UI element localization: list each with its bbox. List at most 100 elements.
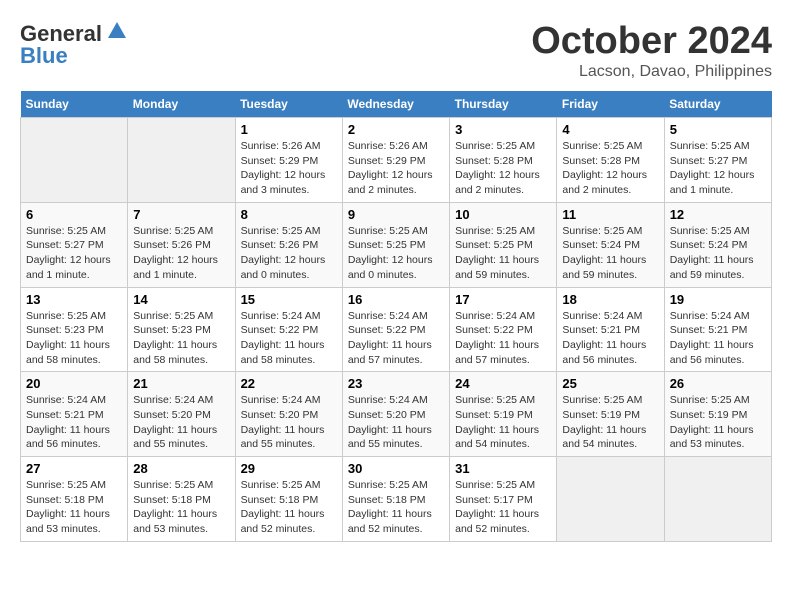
day-info: Sunrise: 5:25 AM Sunset: 5:24 PM Dayligh…: [562, 224, 658, 283]
calendar-cell: [21, 118, 128, 203]
day-info: Sunrise: 5:25 AM Sunset: 5:19 PM Dayligh…: [670, 393, 766, 452]
day-info: Sunrise: 5:25 AM Sunset: 5:19 PM Dayligh…: [562, 393, 658, 452]
calendar-header-row: SundayMondayTuesdayWednesdayThursdayFrid…: [21, 91, 772, 118]
calendar-cell: 10 Sunrise: 5:25 AM Sunset: 5:25 PM Dayli…: [450, 202, 557, 287]
calendar-cell: 27 Sunrise: 5:25 AM Sunset: 5:18 PM Dayli…: [21, 457, 128, 542]
day-number: 16: [348, 292, 444, 307]
day-info: Sunrise: 5:25 AM Sunset: 5:27 PM Dayligh…: [26, 224, 122, 283]
calendar-cell: 4 Sunrise: 5:25 AM Sunset: 5:28 PM Daylig…: [557, 118, 664, 203]
calendar-table: SundayMondayTuesdayWednesdayThursdayFrid…: [20, 91, 772, 542]
day-info: Sunrise: 5:24 AM Sunset: 5:21 PM Dayligh…: [670, 309, 766, 368]
day-info: Sunrise: 5:25 AM Sunset: 5:25 PM Dayligh…: [348, 224, 444, 283]
day-info: Sunrise: 5:25 AM Sunset: 5:26 PM Dayligh…: [241, 224, 337, 283]
day-number: 5: [670, 122, 766, 137]
day-info: Sunrise: 5:25 AM Sunset: 5:18 PM Dayligh…: [348, 478, 444, 537]
calendar-cell: 24Sunrise: 5:25 AM Sunset: 5:19 PM Dayli…: [450, 372, 557, 457]
day-info: Sunrise: 5:24 AM Sunset: 5:21 PM Dayligh…: [26, 393, 122, 452]
calendar-cell: [128, 118, 235, 203]
month-title: October 2024: [531, 20, 772, 63]
calendar-cell: 12Sunrise: 5:25 AM Sunset: 5:24 PM Dayli…: [664, 202, 771, 287]
day-number: 4: [562, 122, 658, 137]
day-number: 8: [241, 207, 337, 222]
day-number: 10: [455, 207, 551, 222]
day-number: 3: [455, 122, 551, 137]
column-header-sunday: Sunday: [21, 91, 128, 118]
day-info: Sunrise: 5:24 AM Sunset: 5:20 PM Dayligh…: [133, 393, 229, 452]
day-info: Sunrise: 5:25 AM Sunset: 5:24 PM Dayligh…: [670, 224, 766, 283]
calendar-cell: 21 Sunrise: 5:24 AM Sunset: 5:20 PM Dayli…: [128, 372, 235, 457]
day-number: 27: [26, 461, 122, 476]
calendar-cell: 26Sunrise: 5:25 AM Sunset: 5:19 PM Dayli…: [664, 372, 771, 457]
column-header-saturday: Saturday: [664, 91, 771, 118]
logo-bird-icon: [106, 20, 128, 47]
calendar-cell: 31 Sunrise: 5:25 AM Sunset: 5:17 PM Dayli…: [450, 457, 557, 542]
day-info: Sunrise: 5:25 AM Sunset: 5:25 PM Dayligh…: [455, 224, 551, 283]
day-number: 20: [26, 376, 122, 391]
calendar-cell: 28 Sunrise: 5:25 AM Sunset: 5:18 PM Dayli…: [128, 457, 235, 542]
calendar-cell: 6 Sunrise: 5:25 AM Sunset: 5:27 PM Daylig…: [21, 202, 128, 287]
calendar-cell: [664, 457, 771, 542]
calendar-week-3: 13 Sunrise: 5:25 AM Sunset: 5:23 PM Dayli…: [21, 287, 772, 372]
day-info: Sunrise: 5:26 AM Sunset: 5:29 PM Dayligh…: [348, 139, 444, 198]
calendar-cell: 20 Sunrise: 5:24 AM Sunset: 5:21 PM Dayli…: [21, 372, 128, 457]
calendar-cell: 23 Sunrise: 5:24 AM Sunset: 5:20 PM Dayli…: [342, 372, 449, 457]
day-info: Sunrise: 5:25 AM Sunset: 5:18 PM Dayligh…: [26, 478, 122, 537]
calendar-cell: 29 Sunrise: 5:25 AM Sunset: 5:18 PM Dayli…: [235, 457, 342, 542]
logo-blue: Blue: [20, 43, 68, 69]
day-number: 13: [26, 292, 122, 307]
day-number: 29: [241, 461, 337, 476]
day-number: 9: [348, 207, 444, 222]
day-info: Sunrise: 5:24 AM Sunset: 5:22 PM Dayligh…: [348, 309, 444, 368]
day-number: 31: [455, 461, 551, 476]
column-header-tuesday: Tuesday: [235, 91, 342, 118]
title-section: October 2024 Lacson, Davao, Philippines: [531, 20, 772, 81]
day-number: 18: [562, 292, 658, 307]
column-header-thursday: Thursday: [450, 91, 557, 118]
day-info: Sunrise: 5:25 AM Sunset: 5:23 PM Dayligh…: [133, 309, 229, 368]
calendar-week-2: 6 Sunrise: 5:25 AM Sunset: 5:27 PM Daylig…: [21, 202, 772, 287]
day-number: 11: [562, 207, 658, 222]
day-number: 14: [133, 292, 229, 307]
day-info: Sunrise: 5:24 AM Sunset: 5:20 PM Dayligh…: [348, 393, 444, 452]
day-info: Sunrise: 5:25 AM Sunset: 5:23 PM Dayligh…: [26, 309, 122, 368]
calendar-cell: [557, 457, 664, 542]
day-info: Sunrise: 5:25 AM Sunset: 5:17 PM Dayligh…: [455, 478, 551, 537]
day-number: 1: [241, 122, 337, 137]
day-info: Sunrise: 5:25 AM Sunset: 5:27 PM Dayligh…: [670, 139, 766, 198]
day-info: Sunrise: 5:25 AM Sunset: 5:28 PM Dayligh…: [455, 139, 551, 198]
day-info: Sunrise: 5:25 AM Sunset: 5:19 PM Dayligh…: [455, 393, 551, 452]
day-info: Sunrise: 5:25 AM Sunset: 5:26 PM Dayligh…: [133, 224, 229, 283]
day-number: 2: [348, 122, 444, 137]
day-number: 28: [133, 461, 229, 476]
calendar-week-5: 27 Sunrise: 5:25 AM Sunset: 5:18 PM Dayli…: [21, 457, 772, 542]
day-number: 6: [26, 207, 122, 222]
day-info: Sunrise: 5:25 AM Sunset: 5:18 PM Dayligh…: [133, 478, 229, 537]
calendar-cell: 1 Sunrise: 5:26 AM Sunset: 5:29 PM Daylig…: [235, 118, 342, 203]
day-number: 22: [241, 376, 337, 391]
day-number: 7: [133, 207, 229, 222]
day-number: 19: [670, 292, 766, 307]
calendar-cell: 25Sunrise: 5:25 AM Sunset: 5:19 PM Dayli…: [557, 372, 664, 457]
day-info: Sunrise: 5:24 AM Sunset: 5:20 PM Dayligh…: [241, 393, 337, 452]
calendar-cell: 8 Sunrise: 5:25 AM Sunset: 5:26 PM Daylig…: [235, 202, 342, 287]
calendar-cell: 18 Sunrise: 5:24 AM Sunset: 5:21 PM Dayli…: [557, 287, 664, 372]
day-info: Sunrise: 5:24 AM Sunset: 5:21 PM Dayligh…: [562, 309, 658, 368]
column-header-monday: Monday: [128, 91, 235, 118]
header: General Blue October 2024 Lacson, Davao,…: [20, 20, 772, 81]
calendar-cell: 30Sunrise: 5:25 AM Sunset: 5:18 PM Dayli…: [342, 457, 449, 542]
calendar-cell: 11 Sunrise: 5:25 AM Sunset: 5:24 PM Dayli…: [557, 202, 664, 287]
calendar-cell: 9 Sunrise: 5:25 AM Sunset: 5:25 PM Daylig…: [342, 202, 449, 287]
calendar-week-4: 20 Sunrise: 5:24 AM Sunset: 5:21 PM Dayli…: [21, 372, 772, 457]
day-info: Sunrise: 5:26 AM Sunset: 5:29 PM Dayligh…: [241, 139, 337, 198]
logo: General Blue: [20, 20, 128, 69]
calendar-cell: 17Sunrise: 5:24 AM Sunset: 5:22 PM Dayli…: [450, 287, 557, 372]
day-number: 23: [348, 376, 444, 391]
calendar-cell: 14 Sunrise: 5:25 AM Sunset: 5:23 PM Dayli…: [128, 287, 235, 372]
day-number: 17: [455, 292, 551, 307]
day-info: Sunrise: 5:25 AM Sunset: 5:18 PM Dayligh…: [241, 478, 337, 537]
calendar-cell: 2 Sunrise: 5:26 AM Sunset: 5:29 PM Daylig…: [342, 118, 449, 203]
calendar-week-1: 1 Sunrise: 5:26 AM Sunset: 5:29 PM Daylig…: [21, 118, 772, 203]
column-header-wednesday: Wednesday: [342, 91, 449, 118]
day-info: Sunrise: 5:25 AM Sunset: 5:28 PM Dayligh…: [562, 139, 658, 198]
day-number: 21: [133, 376, 229, 391]
